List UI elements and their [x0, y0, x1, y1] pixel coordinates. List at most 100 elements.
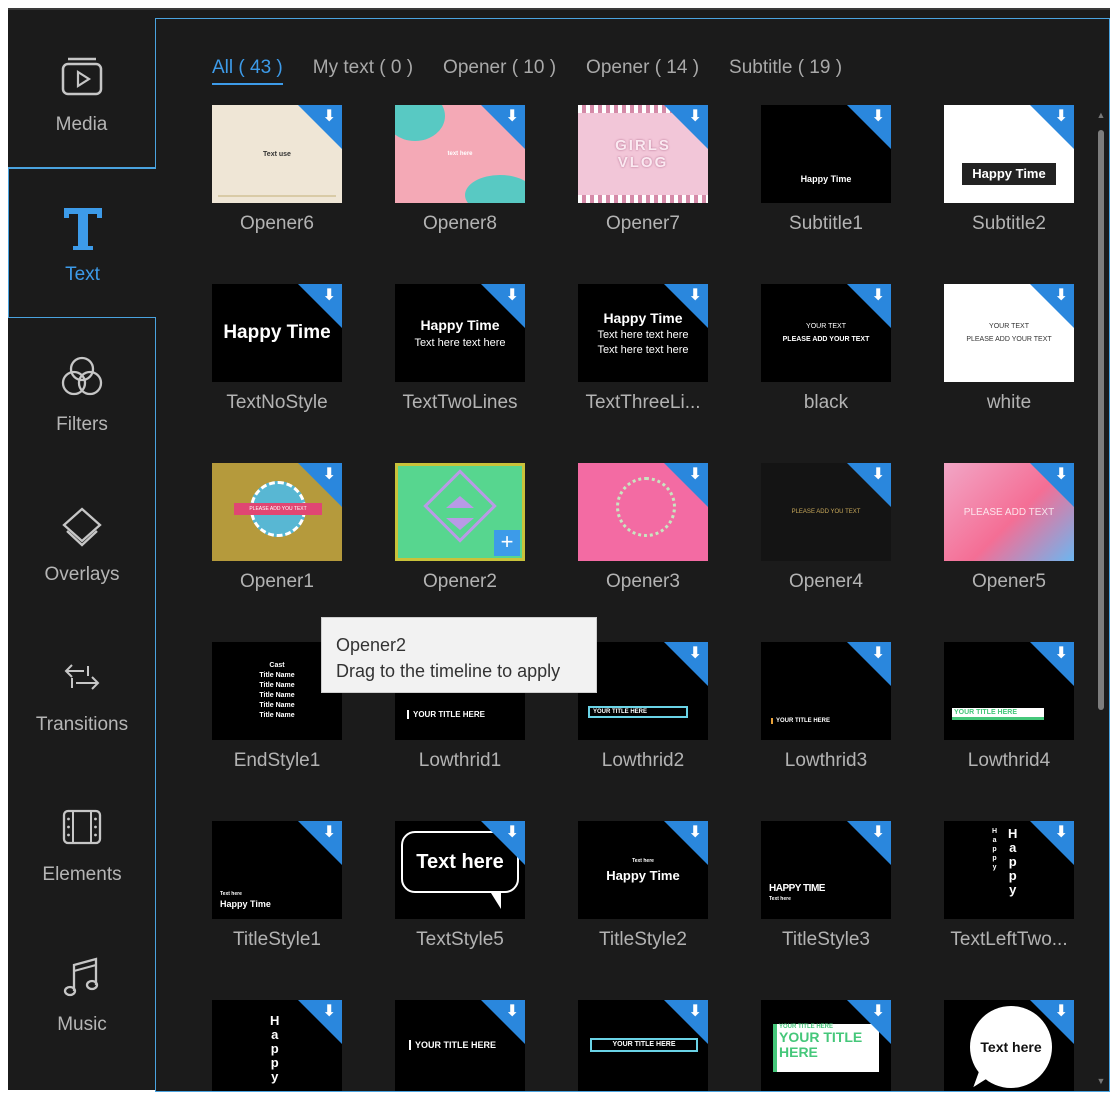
download-icon: ⬇ — [871, 287, 885, 304]
thumb-text: y — [271, 1069, 279, 1084]
template-thumbnail[interactable]: YOUR TEXT PLEASE ADD YOUR TEXT ⬇ — [761, 284, 891, 382]
template-thumbnail[interactable]: Text here Happy Time ⬇ — [212, 821, 342, 919]
download-icon: ⬇ — [1054, 108, 1068, 125]
thumb-text: p — [270, 1041, 279, 1056]
template-thumbnail[interactable]: YOUR TITLE HERE ⬇ — [578, 642, 708, 740]
tooltip-title: Opener2 — [336, 635, 407, 655]
sidebar-item-media[interactable]: Media — [8, 18, 156, 168]
template-thumbnail[interactable]: Happy Time ⬇ — [944, 105, 1074, 203]
download-icon: ⬇ — [871, 1003, 885, 1020]
sidebar-item-label: Music — [57, 1014, 107, 1035]
template-label: Opener3 — [606, 571, 680, 592]
tab-opener-10[interactable]: Opener ( 10 ) — [443, 57, 556, 85]
download-icon: ⬇ — [871, 466, 885, 483]
template-thumbnail[interactable]: H a p p y ⬇ — [212, 1000, 342, 1091]
template-label: Opener2 — [423, 571, 497, 592]
template-thumbnail[interactable]: YOUR TITLE HERE ⬇ — [578, 1000, 708, 1091]
template-label: Subtitle2 — [972, 213, 1046, 234]
add-to-timeline-button[interactable]: + — [494, 530, 520, 556]
template-thumbnail[interactable]: Text here ⬇ — [944, 1000, 1074, 1091]
template-thumbnail[interactable]: Text use ⬇ — [212, 105, 342, 203]
template-thumbnail[interactable]: Happy Time Text here text here Text here… — [578, 284, 708, 382]
template-thumbnail[interactable]: H a p p y H a p p y ⬇ — [944, 821, 1074, 919]
template-label: white — [986, 392, 1032, 413]
sidebar-item-elements[interactable]: Elements — [8, 768, 156, 918]
category-tabs: All ( 43 ) My text ( 0 ) Opener ( 10 ) O… — [212, 57, 842, 85]
thumb-text: Title Name — [259, 682, 295, 689]
sidebar-item-filters[interactable]: Filters — [8, 318, 156, 468]
template-thumbnail[interactable]: YOUR TITLE HERE ⬇ — [761, 642, 891, 740]
scrollbar-thumb[interactable] — [1098, 130, 1104, 710]
sidebar-item-text[interactable]: Text — [8, 168, 156, 318]
tab-all[interactable]: All ( 43 ) — [212, 57, 283, 85]
music-icon — [55, 950, 109, 1004]
sidebar-item-label: Filters — [56, 414, 108, 435]
thumb-text: p — [992, 846, 997, 853]
template-thumbnail[interactable]: ⬇ — [578, 463, 708, 561]
thumb-text: Text here text here — [414, 337, 506, 349]
download-icon: ⬇ — [688, 824, 702, 841]
template-label: Lowthrid2 — [601, 750, 685, 771]
template-thumbnail[interactable]: YOUR TITLE HERE YOUR TITLE HERE ⬇ — [761, 1000, 891, 1091]
tooltip: Opener2 Drag to the timeline to apply — [321, 617, 597, 693]
thumb-text: Title Name — [259, 712, 295, 719]
vertical-scrollbar[interactable]: ▲ ▼ — [1096, 110, 1106, 1086]
template-label: Lowthrid4 — [967, 750, 1051, 771]
template-thumbnail[interactable]: Text here Happy Time ⬇ — [578, 821, 708, 919]
download-icon: ⬇ — [871, 824, 885, 841]
template-thumbnail[interactable]: Text here ⬇ — [395, 821, 525, 919]
template-thumbnail[interactable]: PLEASE ADD YOU TEXT ⬇ — [761, 463, 891, 561]
app-window: Media Text Filters Overlays Transitions … — [8, 8, 1110, 1092]
tab-my-text[interactable]: My text ( 0 ) — [313, 57, 413, 85]
template-thumbnail[interactable]: Happy Time ⬇ — [761, 105, 891, 203]
template-thumbnail[interactable]: YOUR TITLE HERE ⬇ — [944, 642, 1074, 740]
text-icon — [56, 200, 110, 254]
template-label: TextThreeLi... — [585, 392, 701, 413]
template-label: Opener5 — [972, 571, 1046, 592]
template-thumbnail[interactable]: PLEASE ADD YOU TEXT ⬇ — [212, 463, 342, 561]
template-thumbnail[interactable]: Happy Time ⬇ — [212, 284, 342, 382]
scroll-up-arrow-icon[interactable]: ▲ — [1096, 110, 1106, 120]
thumb-text: Happy Time — [606, 867, 680, 883]
thumb-text: Title Name — [259, 672, 295, 679]
sidebar-item-music[interactable]: Music — [8, 918, 156, 1068]
thumb-text: YOUR TITLE HERE — [407, 710, 485, 719]
overlays-icon — [55, 500, 109, 554]
download-icon: ⬇ — [1054, 1003, 1068, 1020]
download-icon: ⬇ — [871, 108, 885, 125]
thumb-text: H — [992, 828, 998, 835]
tooltip-text: Drag to the timeline to apply — [336, 661, 561, 681]
template-label: TextLeftTwo... — [950, 929, 1068, 950]
template-thumbnail[interactable]: HAPPY TIME Text here ⬇ — [761, 821, 891, 919]
template-thumbnail[interactable]: PLEASE ADD TEXT ⬇ — [944, 463, 1074, 561]
template-thumbnail[interactable]: YOUR TITLE HERE ⬇ — [395, 1000, 525, 1091]
template-thumbnail[interactable]: YOUR TEXT PLEASE ADD YOUR TEXT ⬇ — [944, 284, 1074, 382]
download-icon: ⬇ — [871, 645, 885, 662]
scroll-down-arrow-icon[interactable]: ▼ — [1096, 1076, 1106, 1086]
download-icon: ⬇ — [688, 645, 702, 662]
thumb-text: PLEASE ADD YOUR TEXT — [966, 336, 1052, 343]
sidebar-item-label: Overlays — [44, 564, 120, 585]
template-thumbnail[interactable]: GIRLS VLOG ⬇ — [578, 105, 708, 203]
template-thumbnail[interactable]: Happy Time Text here text here ⬇ — [395, 284, 525, 382]
download-icon: ⬇ — [322, 287, 336, 304]
thumb-text: YOUR TITLE HERE — [588, 706, 688, 718]
sidebar-item-overlays[interactable]: Overlays — [8, 468, 156, 618]
download-icon: ⬇ — [688, 287, 702, 304]
thumb-text: Happy Time — [220, 899, 271, 909]
thumb-text: Text here — [220, 891, 242, 897]
thumb-text: Text here text here — [597, 344, 689, 356]
download-icon: ⬇ — [505, 1003, 519, 1020]
template-label: TextStyle5 — [416, 929, 504, 950]
download-icon: ⬇ — [688, 1003, 702, 1020]
sidebar-item-transitions[interactable]: Transitions — [8, 618, 156, 768]
tab-subtitle[interactable]: Subtitle ( 19 ) — [729, 57, 842, 85]
template-thumbnail[interactable]: text here ⬇ — [395, 105, 525, 203]
tab-opener-14[interactable]: Opener ( 14 ) — [586, 57, 699, 85]
thumb-text: HAPPY TIME — [769, 883, 825, 894]
download-icon: ⬇ — [505, 824, 519, 841]
template-thumbnail[interactable]: + — [395, 463, 525, 561]
thumb-text: Title Name — [259, 692, 295, 699]
download-icon: ⬇ — [688, 466, 702, 483]
media-icon — [55, 50, 109, 104]
